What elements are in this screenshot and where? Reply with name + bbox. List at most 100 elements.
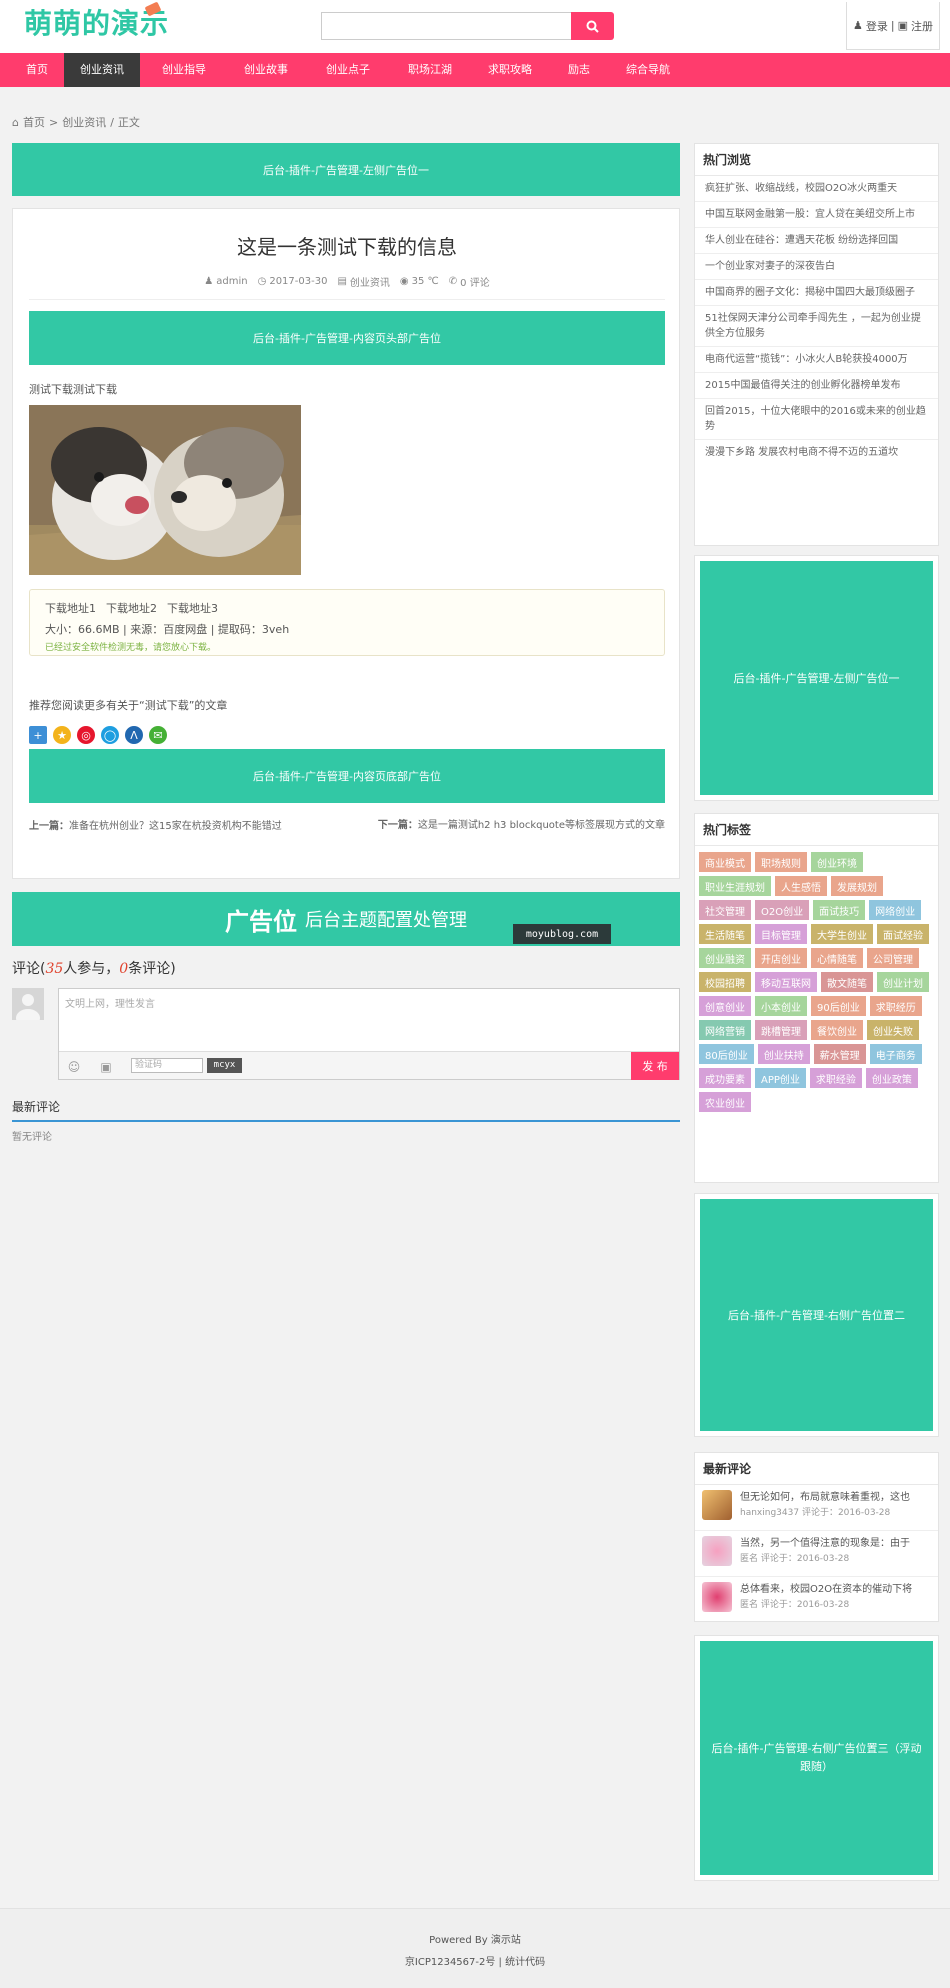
comment-item[interactable]: 当然，另一个值得注意的现象是：由于 匿名 评论于：2016-03-28 bbox=[695, 1531, 938, 1577]
tag-item[interactable]: 生活随笔 bbox=[699, 924, 751, 944]
tag-item[interactable]: 职场规则 bbox=[755, 852, 807, 872]
tag-item[interactable]: 散文随笔 bbox=[821, 972, 873, 992]
tag-item[interactable]: 90后创业 bbox=[811, 996, 866, 1016]
download-link-2[interactable]: 下载地址2 bbox=[106, 600, 157, 616]
meta-comments[interactable]: ✆ 0 评论 bbox=[449, 274, 490, 289]
captcha-input[interactable]: 验证码 bbox=[131, 1058, 203, 1073]
hot-post-item[interactable]: 一个创业家对妻子的深夜告白 bbox=[695, 254, 938, 280]
share-tencent-icon[interactable]: ◯ bbox=[101, 726, 119, 744]
share-renren-icon[interactable]: Λ bbox=[125, 726, 143, 744]
nav-item-workplace[interactable]: 职场江湖 bbox=[386, 53, 468, 87]
tag-item[interactable]: 移动互联网 bbox=[755, 972, 817, 992]
emoji-icon[interactable]: ☺ bbox=[67, 1060, 81, 1074]
comment-item[interactable]: 总体看来，校园O2O在资本的催动下将 匿名 评论于：2016-03-28 bbox=[695, 1577, 938, 1623]
tag-item[interactable]: 创业融资 bbox=[699, 948, 751, 968]
tag-item[interactable]: 心情随笔 bbox=[811, 948, 863, 968]
tag-item[interactable]: 农业创业 bbox=[699, 1092, 751, 1112]
hot-post-item[interactable]: 疯狂扩张、收缩战线，校园O2O冰火两重天 bbox=[695, 176, 938, 202]
search-button[interactable] bbox=[571, 12, 614, 40]
nav-item-news[interactable]: 创业资讯 bbox=[64, 53, 140, 87]
tag-item[interactable]: 薪水管理 bbox=[813, 1044, 866, 1064]
ad-sidebar-1[interactable]: 后台-插件-广告管理-左侧广告位一 bbox=[700, 561, 933, 795]
share-weibo-icon[interactable]: ◎ bbox=[77, 726, 95, 744]
tag-item[interactable]: 电子商务 bbox=[869, 1044, 922, 1064]
tag-item[interactable]: 跳槽管理 bbox=[755, 1020, 807, 1040]
nav-item-jobs[interactable]: 求职攻略 bbox=[468, 53, 548, 87]
nav-item-ideas[interactable]: 创业点子 bbox=[304, 53, 386, 87]
tag-item[interactable]: 公司管理 bbox=[867, 948, 919, 968]
tag-item[interactable]: 发展规划 bbox=[831, 876, 883, 896]
nav-item-inspire[interactable]: 励志 bbox=[548, 53, 606, 87]
register-link[interactable]: 注册 bbox=[911, 18, 933, 34]
captcha-image[interactable]: mcyx bbox=[207, 1058, 242, 1073]
comment-item-date: 评论于：2016-03-28 bbox=[760, 1554, 850, 1564]
share-wechat-icon[interactable]: ✉ bbox=[149, 726, 167, 744]
comment-submit-button[interactable]: 发 布 bbox=[631, 1052, 679, 1080]
footer-icp-link[interactable]: 京ICP1234567-2号 bbox=[405, 1957, 495, 1968]
hot-post-item[interactable]: 中国商界的圈子文化：揭秘中国四大最顶级圈子 bbox=[695, 280, 938, 306]
hot-posts-list: 疯狂扩张、收缩战线，校园O2O冰火两重天 中国互联网金融第一股：宜人贷在美纽交所… bbox=[695, 176, 938, 465]
tag-item[interactable]: 校园招聘 bbox=[699, 972, 751, 992]
nav-item-stories[interactable]: 创业故事 bbox=[222, 53, 304, 87]
tag-item[interactable]: 人生感悟 bbox=[775, 876, 827, 896]
tag-item[interactable]: O2O创业 bbox=[755, 900, 810, 920]
comment-item[interactable]: 但无论如何，布局就意味着重视，这也 hanxing3437 评论于：2016-03… bbox=[695, 1485, 938, 1531]
download-link-3[interactable]: 下载地址3 bbox=[167, 600, 218, 616]
ad-sidebar-3[interactable]: 后台-插件-广告管理-右侧广告位置三（浮动跟随） bbox=[700, 1641, 933, 1875]
tag-item[interactable]: 职业生涯规划 bbox=[699, 876, 771, 896]
ad-sidebar-2[interactable]: 后台-插件-广告管理-右侧广告位置二 bbox=[700, 1199, 933, 1431]
comment-item-user: 匿名 bbox=[740, 1554, 759, 1564]
hot-post-item[interactable]: 中国互联网金融第一股：宜人贷在美纽交所上市 bbox=[695, 202, 938, 228]
image-icon[interactable]: ▣ bbox=[99, 1060, 113, 1074]
tag-item[interactable]: 创业计划 bbox=[877, 972, 929, 992]
hot-post-item[interactable]: 51社保网天津分公司牵手闯先生 ，一起为创业提供全方位服务 bbox=[695, 306, 938, 347]
comment-textarea[interactable]: 文明上网，理性发言 bbox=[65, 995, 155, 1010]
hot-post-item[interactable]: 华人创业在硅谷：遭遇天花板 纷纷选择回国 bbox=[695, 228, 938, 254]
breadcrumb-home[interactable]: 首页 bbox=[23, 114, 45, 130]
share-more-icon[interactable]: + bbox=[29, 726, 47, 744]
prev-post[interactable]: 上一篇：准备在杭州创业？这15家在杭投资机构不能错过 bbox=[29, 817, 282, 832]
nav-item-home[interactable]: 首页 bbox=[0, 53, 64, 87]
tag-item[interactable]: 求职经历 bbox=[869, 996, 922, 1016]
hot-post-item[interactable]: 回首2015，十位大佬眼中的2016或未来的创业趋势 bbox=[695, 399, 938, 440]
ad-top-left[interactable]: 后台-插件-广告管理-左侧广告位一 bbox=[12, 143, 680, 196]
tag-item[interactable]: 面试经验 bbox=[877, 924, 929, 944]
tag-item[interactable]: 网络营销 bbox=[699, 1020, 751, 1040]
breadcrumb-category[interactable]: 创业资讯 bbox=[62, 114, 106, 130]
nav-item-guide[interactable]: 创业指导 bbox=[140, 53, 222, 87]
user-icon: ♟ bbox=[853, 19, 863, 32]
tag-item[interactable]: APP创业 bbox=[755, 1068, 806, 1088]
tag-item[interactable]: 面试技巧 bbox=[813, 900, 866, 920]
clock-icon: ◷ bbox=[257, 276, 267, 287]
tag-item[interactable]: 大学生创业 bbox=[811, 924, 873, 944]
hot-post-item[interactable]: 漫漫下乡路 发展农村电商不得不迈的五道坎 bbox=[695, 440, 938, 465]
tag-item[interactable]: 开店创业 bbox=[755, 948, 807, 968]
search-input[interactable] bbox=[321, 12, 571, 40]
nav-item-directory[interactable]: 综合导航 bbox=[606, 53, 686, 87]
tag-item[interactable]: 求职经验 bbox=[809, 1068, 862, 1088]
ad-content-top[interactable]: 后台-插件-广告管理-内容页头部广告位 bbox=[29, 311, 665, 365]
hot-post-item[interactable]: 2015中国最值得关注的创业孵化器榜单发布 bbox=[695, 373, 938, 399]
meta-author[interactable]: ♟ admin bbox=[204, 274, 247, 289]
share-qzone-icon[interactable]: ★ bbox=[53, 726, 71, 744]
download-link-1[interactable]: 下载地址1 bbox=[45, 600, 96, 616]
tag-item[interactable]: 小本创业 bbox=[755, 996, 807, 1016]
tag-item[interactable]: 成功要素 bbox=[699, 1068, 751, 1088]
tag-item[interactable]: 创业失败 bbox=[867, 1020, 919, 1040]
login-link[interactable]: 登录 bbox=[866, 18, 888, 34]
tag-item[interactable]: 网络创业 bbox=[869, 900, 922, 920]
tag-item[interactable]: 商业模式 bbox=[699, 852, 751, 872]
next-post[interactable]: 下一篇：这是一篇测试h2 h3 blockquote等标签展现方式的文章 bbox=[365, 817, 665, 834]
ad-content-bottom[interactable]: 后台-插件-广告管理-内容页底部广告位 bbox=[29, 749, 665, 803]
footer-site-link[interactable]: 演示站 bbox=[491, 1935, 521, 1946]
tag-item[interactable]: 创业环境 bbox=[811, 852, 863, 872]
tag-item[interactable]: 目标管理 bbox=[755, 924, 807, 944]
tag-item[interactable]: 创意创业 bbox=[699, 996, 751, 1016]
hot-post-item[interactable]: 电商代运营“揽钱”：小冰火人B轮获投4000万 bbox=[695, 347, 938, 373]
tag-item[interactable]: 创业扶持 bbox=[757, 1044, 810, 1064]
tag-item[interactable]: 创业政策 bbox=[865, 1068, 918, 1088]
meta-category[interactable]: ▤ 创业资讯 bbox=[337, 274, 389, 289]
tag-item[interactable]: 80后创业 bbox=[699, 1044, 754, 1064]
tag-item[interactable]: 社交管理 bbox=[699, 900, 751, 920]
tag-item[interactable]: 餐饮创业 bbox=[811, 1020, 863, 1040]
